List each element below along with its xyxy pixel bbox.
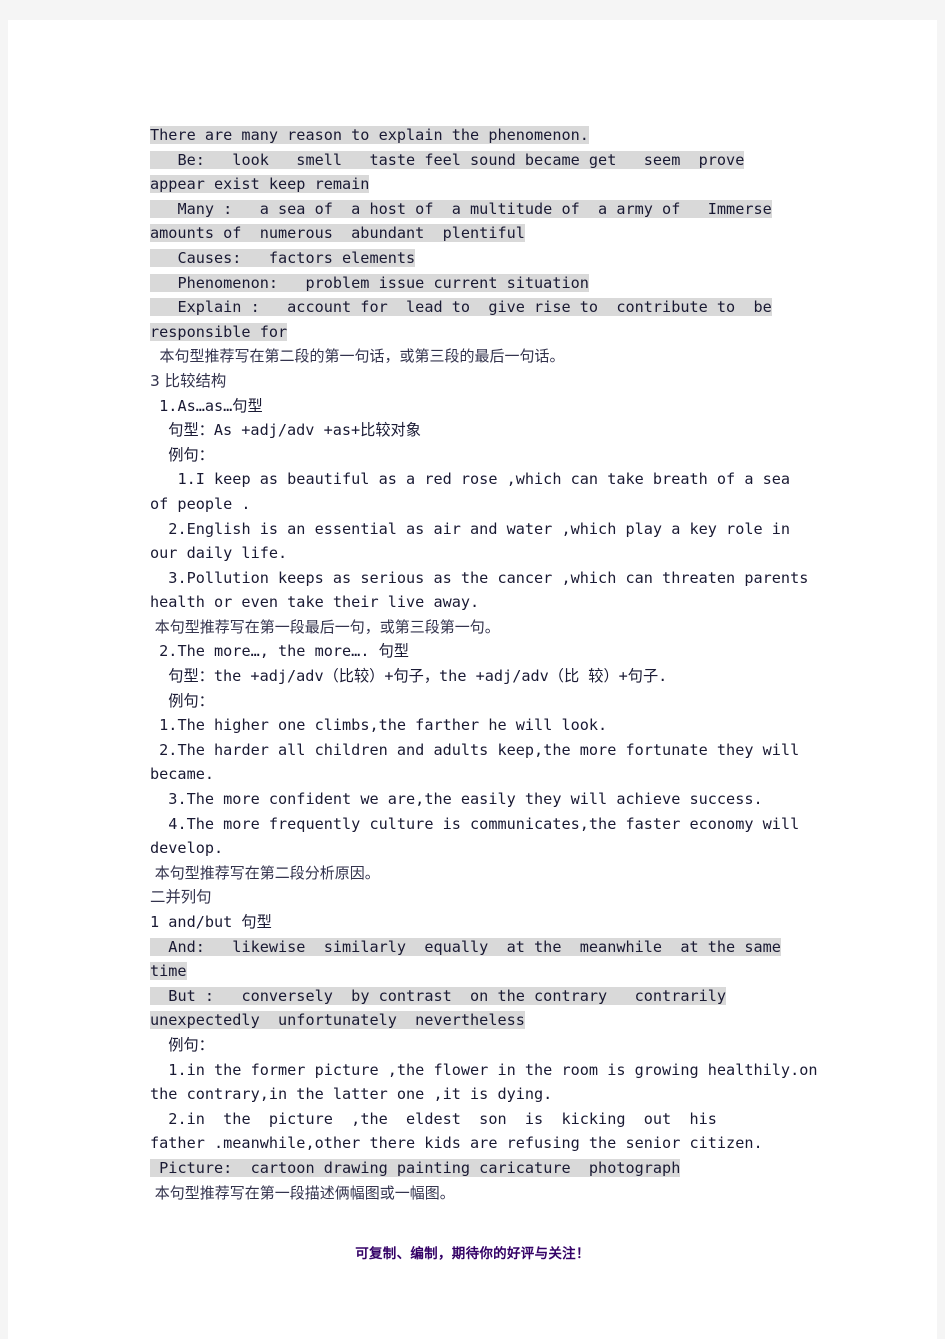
text-line: the contrary,in the latter one ,it is dy… xyxy=(150,1085,553,1104)
text-line: 句型：As +adj/adv +as+比较对象 xyxy=(150,421,421,440)
document-body: There are many reason to explain the phe… xyxy=(150,123,820,1205)
text-line: 1.The higher one climbs,the farther he w… xyxy=(150,716,608,735)
text-line: 1.I keep as beautiful as a red rose ,whi… xyxy=(150,470,791,489)
text-line-chinese: 本句型推荐写在第二段分析原因。 xyxy=(150,863,380,882)
highlighted-text: There are many reason to explain the phe… xyxy=(150,126,589,144)
highlighted-text: responsible for xyxy=(150,322,288,341)
text-line: Phenomenon: problem issue current situat… xyxy=(150,271,820,296)
text-line: 2.The harder all children and adults kee… xyxy=(150,740,800,759)
text-line: 4.The more frequently culture is communi… xyxy=(150,814,800,833)
highlighted-text: Explain : account for lead to give rise … xyxy=(150,298,772,317)
highlighted-text: Causes: factors elements xyxy=(150,248,416,267)
text-line: father .meanwhile,other there kids are r… xyxy=(150,1134,763,1153)
text-line: time xyxy=(150,959,820,984)
text-line: Picture: cartoon drawing painting carica… xyxy=(150,1156,820,1181)
subsection-heading: 1 and/but 句型 xyxy=(150,913,272,931)
text-line: Causes: factors elements xyxy=(150,246,820,271)
text-line: became. xyxy=(150,765,215,784)
text-line: responsible for xyxy=(150,320,820,345)
text-line: health or even take their live away. xyxy=(150,593,480,612)
text-line: 1.in the former picture ,the flower in t… xyxy=(150,1060,818,1079)
text-line: But : conversely by contrast on the cont… xyxy=(150,984,820,1009)
text-line: 例句： xyxy=(150,691,214,710)
text-line: develop. xyxy=(150,839,224,858)
text-line: Explain : account for lead to give rise … xyxy=(150,295,820,320)
text-line: unexpectedly unfortunately nevertheless xyxy=(150,1008,820,1033)
text-line: 2.in the picture ,the eldest son is kick… xyxy=(150,1109,717,1128)
text-line-chinese: 本句型推荐写在第二段的第一句话，或第三段的最后一句话。 xyxy=(150,347,565,366)
page-footer: 可复制、编制，期待你的好评与关注！ xyxy=(355,1246,590,1262)
highlighted-text: But : conversely by contrast on the cont… xyxy=(150,986,727,1005)
text-line: 例句： xyxy=(150,445,214,464)
text-line: There are many reason to explain the phe… xyxy=(150,123,820,148)
text-line: And: likewise similarly equally at the m… xyxy=(150,935,820,960)
highlighted-text: Phenomenon: problem issue current situat… xyxy=(150,273,589,292)
text-line: appear exist keep remain xyxy=(150,172,820,197)
text-line: 2.English is an essential as air and wat… xyxy=(150,519,791,538)
text-line: of people . xyxy=(150,494,251,513)
document-page: There are many reason to explain the phe… xyxy=(8,20,937,1339)
text-line: 句型：the +adj/adv（比较）+句子，the +adj/adv（比 较）… xyxy=(150,667,668,686)
highlighted-text: time xyxy=(150,962,187,981)
section-heading: 二并列句 xyxy=(150,888,212,907)
text-line: 3.Pollution keeps as serious as the canc… xyxy=(150,568,809,587)
text-line: amounts of numerous abundant plentiful xyxy=(150,221,820,246)
highlighted-text: appear exist keep remain xyxy=(150,175,370,194)
subsection-heading: 1.As…as…句型 xyxy=(150,396,263,415)
text-line-chinese: 本句型推荐写在第一段最后一句，或第三段第一句。 xyxy=(150,617,500,636)
text-line: our daily life. xyxy=(150,544,288,563)
highlighted-text: Many : a sea of a host of a multitude of… xyxy=(150,199,772,218)
section-heading: 3 比较结构 xyxy=(150,371,227,390)
highlighted-text: And: likewise similarly equally at the m… xyxy=(150,937,781,956)
highlighted-text: amounts of numerous abundant plentiful xyxy=(150,224,525,243)
highlighted-text: Be: look smell taste feel sound became g… xyxy=(150,150,745,169)
text-line-chinese: 本句型推荐写在第一段描述俩幅图或一幅图。 xyxy=(150,1183,455,1202)
subsection-heading: 2.The more…, the more…. 句型 xyxy=(150,642,409,661)
highlighted-text: unexpectedly unfortunately nevertheless xyxy=(150,1011,525,1030)
highlighted-text: Picture: cartoon drawing painting carica… xyxy=(150,1158,681,1177)
text-line: Many : a sea of a host of a multitude of… xyxy=(150,197,820,222)
text-line: Be: look smell taste feel sound became g… xyxy=(150,148,820,173)
text-line: 例句： xyxy=(150,1035,214,1054)
text-line: 3.The more confident we are,the easily t… xyxy=(150,790,763,809)
